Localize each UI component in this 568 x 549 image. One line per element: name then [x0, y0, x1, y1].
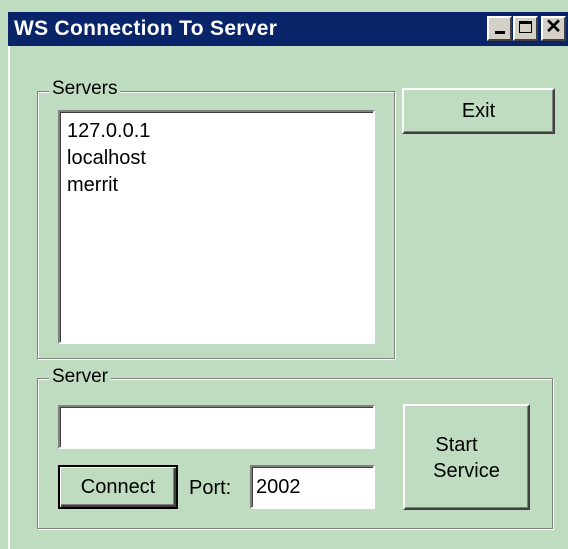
app-window: WS Connection To Server ✕ Servers 127.0.… [0, 0, 568, 549]
maximize-icon [519, 21, 532, 33]
connect-button[interactable]: Connect [58, 465, 178, 509]
list-item[interactable]: merrit [60, 172, 373, 199]
port-input[interactable] [250, 465, 375, 509]
title-bar[interactable]: WS Connection To Server ✕ [8, 12, 568, 46]
start-service-label-line2: Service [433, 460, 500, 482]
minimize-button[interactable] [487, 16, 512, 41]
window-title: WS Connection To Server [14, 17, 278, 40]
close-button[interactable]: ✕ [541, 16, 566, 41]
servers-listbox[interactable]: 127.0.0.1 localhost merrit [58, 110, 375, 344]
server-group-legend: Server [49, 367, 111, 387]
list-item[interactable]: 127.0.0.1 [60, 118, 373, 145]
maximize-button[interactable] [513, 16, 538, 41]
start-service-button[interactable]: Start Service [403, 404, 530, 510]
exit-button-label: Exit [461, 100, 496, 122]
server-input[interactable] [58, 405, 375, 449]
list-item[interactable]: localhost [60, 145, 373, 172]
port-label: Port: [189, 477, 232, 499]
minimize-icon [495, 31, 505, 34]
window-frame-edge [8, 46, 10, 549]
connect-button-label: Connect [80, 476, 156, 498]
exit-button[interactable]: Exit [402, 88, 555, 134]
close-icon: ✕ [545, 16, 562, 38]
start-service-label-line1: Start [435, 434, 478, 456]
servers-group-legend: Servers [49, 79, 121, 99]
